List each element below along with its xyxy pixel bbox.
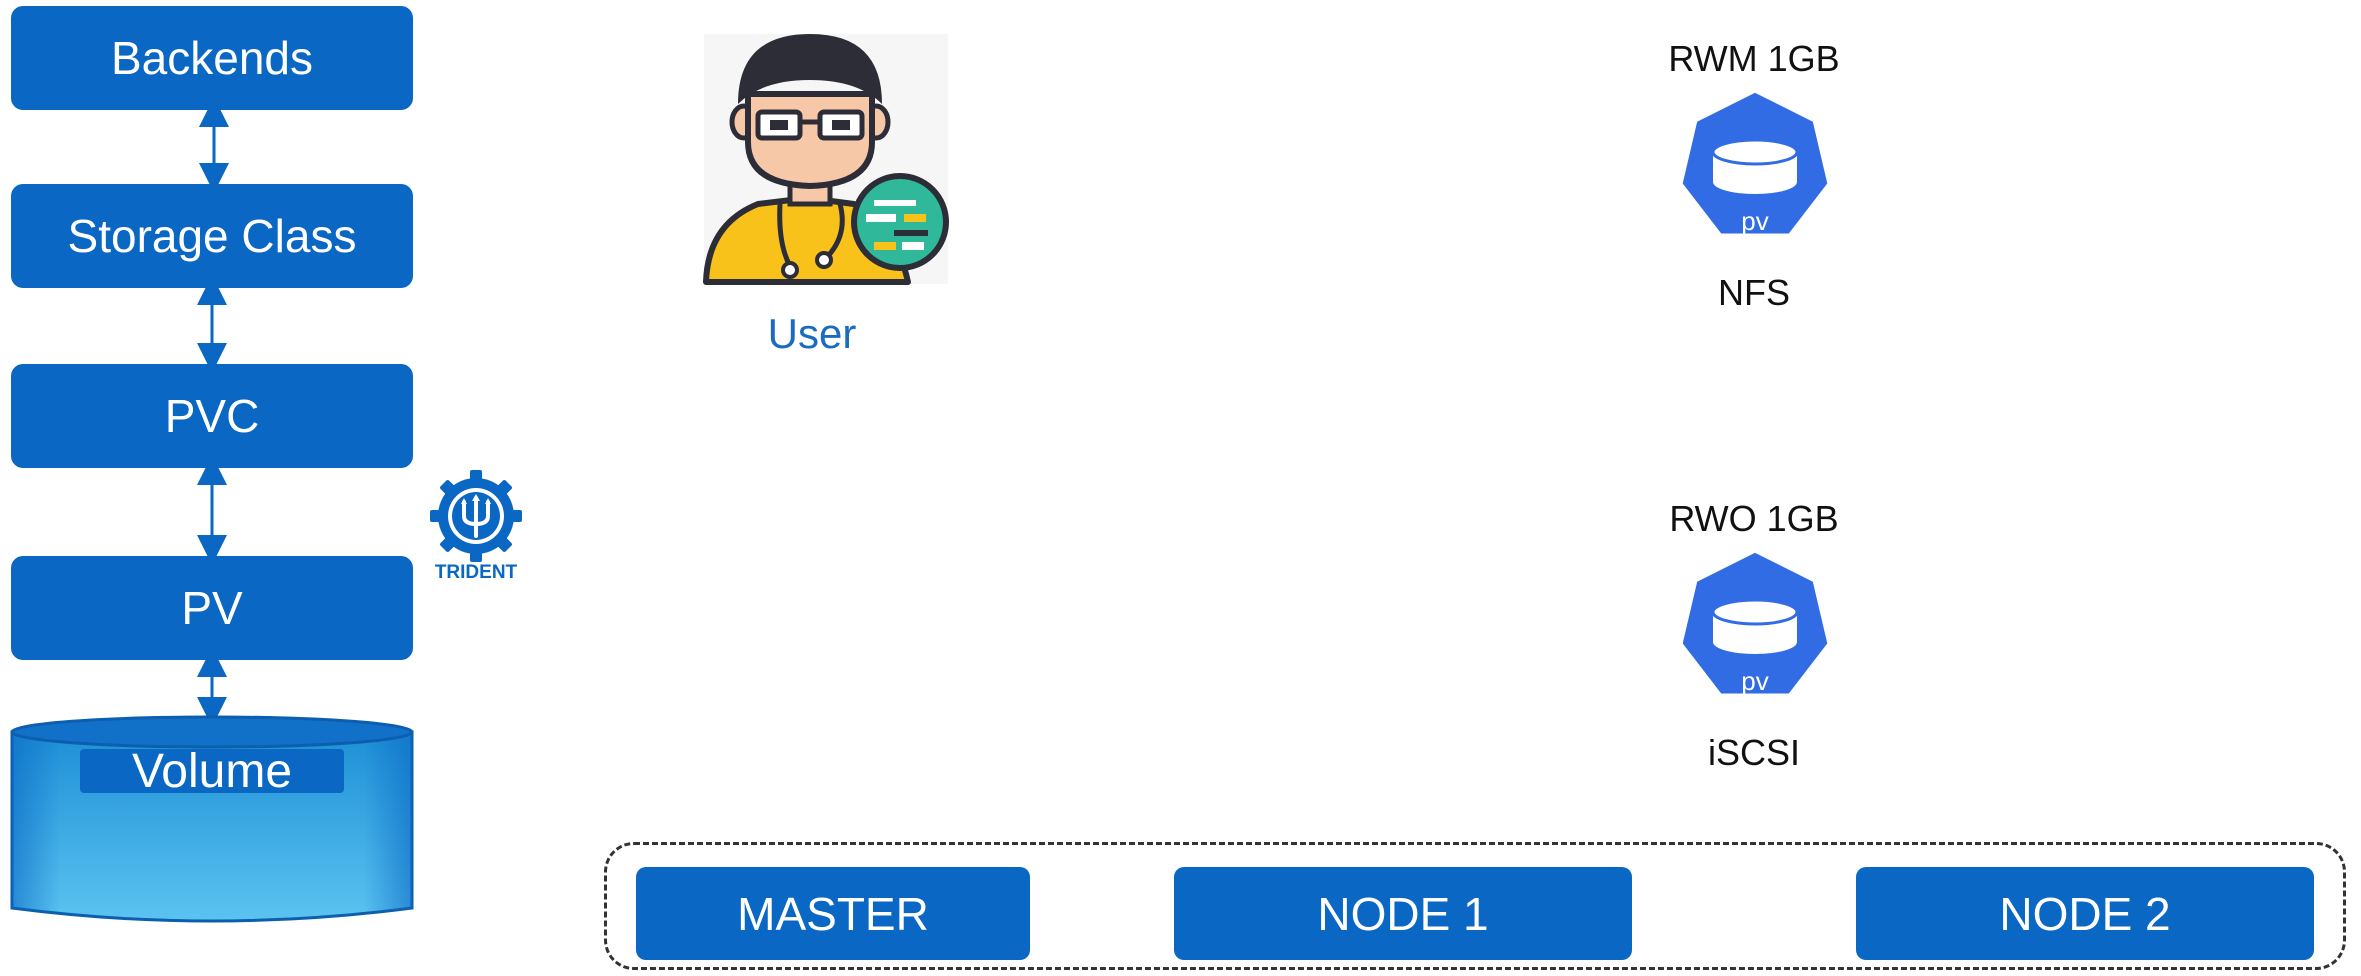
node1-box: NODE 1 [1174,867,1632,960]
pv-nfs-badge: pv [1741,206,1768,236]
trident-label: TRIDENT [435,562,518,583]
pv-iscsi-protocol-label: iSCSI [1707,732,1801,773]
trident-logo-icon: TRIDENT [430,470,522,583]
node2-box: NODE 2 [1856,867,2314,960]
master-node-box: MASTER [636,867,1030,960]
stack-arrows [197,97,229,727]
volume-label: Volume [80,745,344,798]
user-label: User [767,310,857,357]
user-developer-icon [703,34,949,285]
master-node-label: MASTER [737,887,929,940]
pv-nfs-icon: pv [1677,87,1833,239]
pv-iscsi-badge: pv [1741,666,1768,696]
node2-label: NODE 2 [1999,887,2171,940]
node1-label: NODE 1 [1317,887,1489,940]
pv-nfs-protocol-label: NFS [1718,272,1790,313]
pv-iscsi-access-label: RWO 1GB [1669,498,1839,539]
pv-iscsi-icon: pv [1677,547,1833,699]
pv-nfs-access-label: RWM 1GB [1668,38,1840,79]
